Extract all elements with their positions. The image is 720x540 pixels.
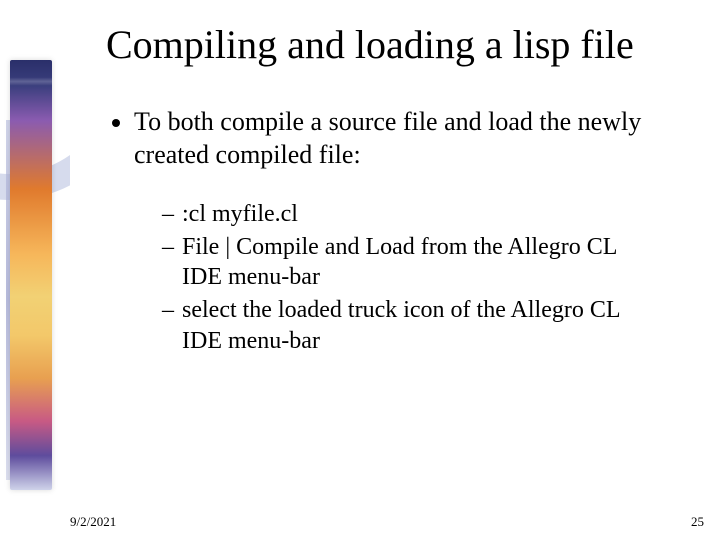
footer-page-number: 25: [691, 514, 704, 530]
slide: Compiling and loading a lisp file To bot…: [0, 0, 720, 540]
bullet-text: To both compile a source file and load t…: [134, 107, 641, 169]
sub-bullet-text: :cl myfile.cl: [182, 201, 298, 227]
slide-content: Compiling and loading a lisp file To bot…: [70, 0, 720, 540]
sub-bullet-text: File | Compile and Load from the Allegro…: [182, 234, 617, 291]
decorative-sidebar: [0, 0, 70, 540]
slide-title: Compiling and loading a lisp file: [106, 22, 712, 68]
sub-bullet-item: select the loaded truck icon of the Alle…: [162, 295, 672, 356]
slide-footer: 9/2/2021 25: [0, 510, 720, 530]
footer-date: 9/2/2021: [70, 514, 116, 530]
sub-bullet-item: File | Compile and Load from the Allegro…: [162, 232, 672, 293]
sub-bullet-text: select the loaded truck icon of the Alle…: [182, 297, 620, 354]
decorative-stripe: [6, 120, 10, 480]
bullet-list: To both compile a source file and load t…: [106, 106, 712, 357]
sub-bullet-list: :cl myfile.cl File | Compile and Load fr…: [134, 199, 672, 357]
bullet-item: To both compile a source file and load t…: [134, 106, 712, 357]
sub-bullet-item: :cl myfile.cl: [162, 199, 672, 230]
